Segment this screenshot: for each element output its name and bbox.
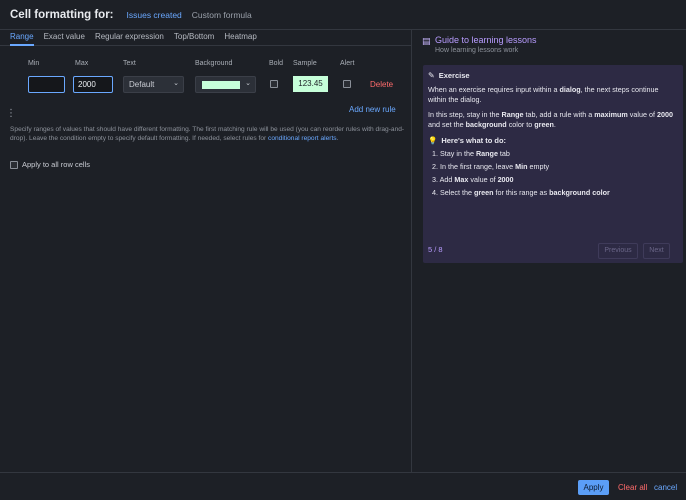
book-icon: ▤ — [422, 36, 431, 46]
column-text: Text — [123, 60, 136, 67]
p2-g: and set the — [428, 120, 466, 129]
step-text: Add — [439, 175, 455, 184]
step-text: Select the — [440, 188, 474, 197]
step-bold: Max — [454, 175, 469, 184]
column-bold: Bold — [269, 60, 284, 67]
p1-a: When an exercise requires input within a — [428, 85, 560, 94]
min-input[interactable] — [28, 76, 65, 93]
todo-step: 3. Add Max value of 2000 — [432, 175, 678, 185]
p2-j: green — [534, 120, 554, 129]
step-text: for this range as — [493, 188, 550, 197]
tab-heatmap[interactable]: Heatmap — [224, 30, 256, 46]
step-text: value of — [468, 175, 498, 184]
drag-handle-icon[interactable]: ⋮ — [6, 108, 16, 119]
p2-a: In this step, stay in the — [428, 110, 502, 119]
tab-custom-formula[interactable]: Custom formula — [192, 8, 252, 22]
dialog-title: Cell formatting for: — [10, 8, 114, 21]
bold-checkbox[interactable] — [270, 80, 278, 88]
column-background: Background — [195, 60, 233, 67]
step-text: Stay in the — [440, 149, 476, 158]
alert-checkbox[interactable] — [343, 80, 351, 88]
previous-button[interactable]: Previous — [598, 243, 638, 259]
exercise-heading: ✎ Exercise — [428, 71, 678, 81]
column-max: Max — [75, 60, 89, 67]
column-alert: Alert — [340, 60, 355, 67]
p2-f: 2000 — [656, 110, 673, 119]
cancel-button[interactable]: cancel — [654, 483, 677, 492]
background-color-select[interactable]: ⌄ — [195, 76, 256, 93]
step-text: empty — [527, 162, 550, 171]
p2-i: color to — [506, 120, 535, 129]
apply-button[interactable]: Apply — [578, 480, 609, 495]
guide-subtitle: How learning lessons work — [435, 47, 519, 54]
delete-rule-button[interactable]: Delete — [370, 80, 393, 89]
tab-issues-created[interactable]: Issues created — [127, 8, 182, 22]
p2-k: . — [553, 120, 556, 129]
todo-heading-text: Here's what to do: — [441, 136, 507, 145]
step-number: 3. — [432, 175, 438, 184]
step-text: In the first range, leave — [440, 162, 516, 171]
column-min: Min — [28, 60, 40, 67]
background-color-swatch — [202, 81, 240, 89]
max-input[interactable] — [73, 76, 113, 93]
apply-all-checkbox[interactable] — [10, 160, 18, 169]
next-button[interactable]: Next — [643, 243, 670, 259]
text-style-value: Default — [129, 80, 155, 89]
p1-b: dialog — [559, 85, 581, 94]
p2-d: maximum — [594, 110, 628, 119]
formatting-panel: Range Exact value Regular expression Top… — [0, 30, 412, 472]
step-bold: Range — [475, 149, 498, 158]
apply-all-row-cells[interactable]: Apply to all row cells — [10, 160, 90, 169]
todo-heading: 💡 Here's what to do: — [428, 136, 678, 146]
todo-step: 2. In the first range, leave Min empty — [432, 162, 678, 172]
help-text: Specify ranges of values that should hav… — [10, 125, 405, 143]
column-sample: Sample — [293, 60, 317, 67]
exercise-paragraph-1: When an exercise requires input within a… — [428, 85, 678, 105]
dialog-footer: Apply Clear all cancel — [0, 472, 686, 500]
step-bold: Min — [515, 162, 528, 171]
help-text-tail: . — [336, 135, 339, 142]
dialog-header: Cell formatting for: Issues created Cust… — [0, 0, 686, 30]
sample-preview: 123.45 — [293, 76, 328, 92]
apply-all-label: Apply to all row cells — [22, 160, 90, 169]
tab-regular-expression[interactable]: Regular expression — [95, 30, 164, 46]
clear-all-button[interactable]: Clear all — [618, 483, 647, 492]
p2-b: Range — [501, 110, 524, 119]
lesson-pager: 5 / 8 — [428, 245, 443, 254]
conditional-report-alerts-link[interactable]: conditional report alerts — [268, 135, 337, 142]
step-bold: green — [473, 188, 494, 197]
step-text: tab — [497, 149, 510, 158]
add-new-rule-button[interactable]: Add new rule — [349, 105, 396, 114]
exercise-heading-text: Exercise — [438, 71, 470, 80]
guide-panel: ▤ Guide to learning lessons How learning… — [413, 30, 686, 472]
exercise-card: ✎ Exercise When an exercise requires inp… — [423, 65, 683, 263]
todo-step: 1. Stay in the Range tab — [432, 149, 678, 159]
step-number: 2. — [432, 162, 438, 171]
p2-e: value of — [627, 110, 657, 119]
text-style-select[interactable]: Default ⌄ — [123, 76, 184, 93]
chevron-down-icon: ⌄ — [245, 80, 251, 87]
tab-range[interactable]: Range — [10, 30, 34, 46]
edit-icon: ✎ — [428, 71, 435, 80]
step-bold: background color — [549, 188, 610, 197]
chevron-down-icon: ⌄ — [173, 80, 179, 87]
step-number: 4. — [432, 188, 438, 197]
lightbulb-icon: 💡 — [428, 136, 438, 145]
step-bold: 2000 — [497, 175, 514, 184]
p2-h: background — [465, 120, 507, 129]
todo-step: 4. Select the green for this range as ba… — [432, 188, 678, 198]
tab-exact-value[interactable]: Exact value — [44, 30, 85, 46]
rule-type-tabs: Range Exact value Regular expression Top… — [0, 30, 412, 46]
step-number: 1. — [432, 149, 438, 158]
exercise-paragraph-2: In this step, stay in the Range tab, add… — [428, 110, 678, 130]
p2-c: tab, add a rule with a — [523, 110, 595, 119]
tab-top-bottom[interactable]: Top/Bottom — [174, 30, 214, 46]
guide-title[interactable]: Guide to learning lessons — [435, 35, 537, 45]
help-text-body: Specify ranges of values that should hav… — [10, 126, 405, 142]
